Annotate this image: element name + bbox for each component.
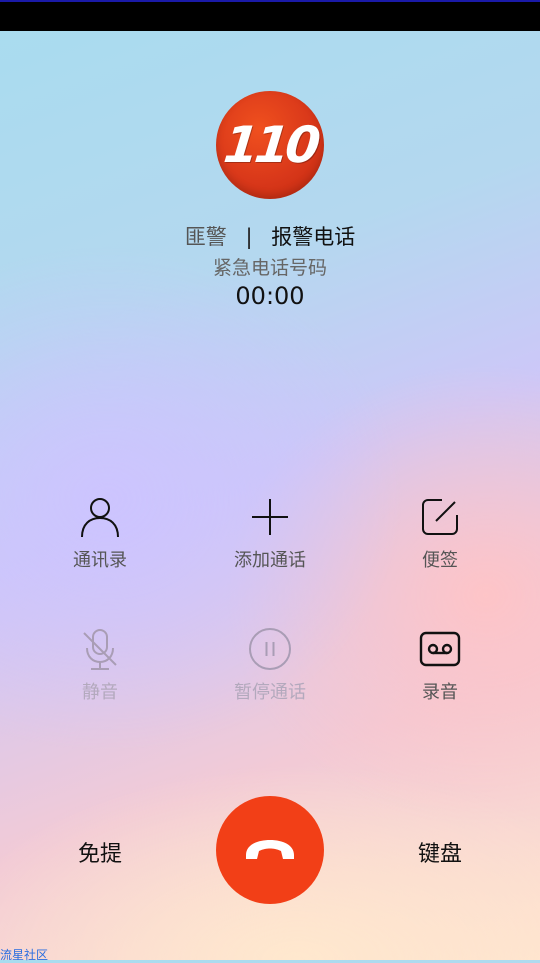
- hang-up-icon: [246, 840, 294, 859]
- microphone-off-icon: [83, 629, 117, 670]
- record-label: 录音: [422, 682, 458, 703]
- add-call-button[interactable]: 添加通话: [200, 495, 340, 572]
- voicemail-icon: [419, 631, 461, 667]
- notes-button[interactable]: 便签: [370, 495, 510, 572]
- speaker-button[interactable]: 免提: [40, 836, 160, 868]
- hold-button[interactable]: 暂停通话: [200, 627, 340, 704]
- record-button[interactable]: 录音: [370, 627, 510, 704]
- caller-name: 报警电话: [271, 225, 356, 249]
- notes-label: 便签: [422, 550, 458, 571]
- watermark: 流星社区: [0, 948, 49, 962]
- contacts-button[interactable]: 通讯录: [30, 495, 170, 572]
- caller-avatar: 110: [216, 91, 324, 199]
- caller-description: 紧急电话号码: [212, 257, 327, 279]
- mute-button[interactable]: 静音: [30, 627, 170, 704]
- avatar-number: 110: [220, 116, 320, 174]
- caller-info: 匪警 | 报警电话: [0, 221, 540, 251]
- plus-icon: [252, 499, 288, 535]
- mute-label: 静音: [82, 682, 118, 703]
- hold-label: 暂停通话: [234, 682, 306, 703]
- person-icon: [81, 498, 119, 538]
- note-edit-icon: [422, 499, 458, 535]
- end-call-button[interactable]: [216, 796, 324, 904]
- call-timer: 00:00: [235, 282, 305, 310]
- keypad-button[interactable]: 键盘: [380, 836, 500, 868]
- contacts-label: 通讯录: [73, 550, 127, 571]
- status-bar: [0, 0, 540, 31]
- caller-tag: 匪警: [184, 225, 227, 249]
- add-call-label: 添加通话: [234, 550, 306, 571]
- pause-icon: [249, 628, 291, 670]
- caller-separator: |: [245, 225, 253, 249]
